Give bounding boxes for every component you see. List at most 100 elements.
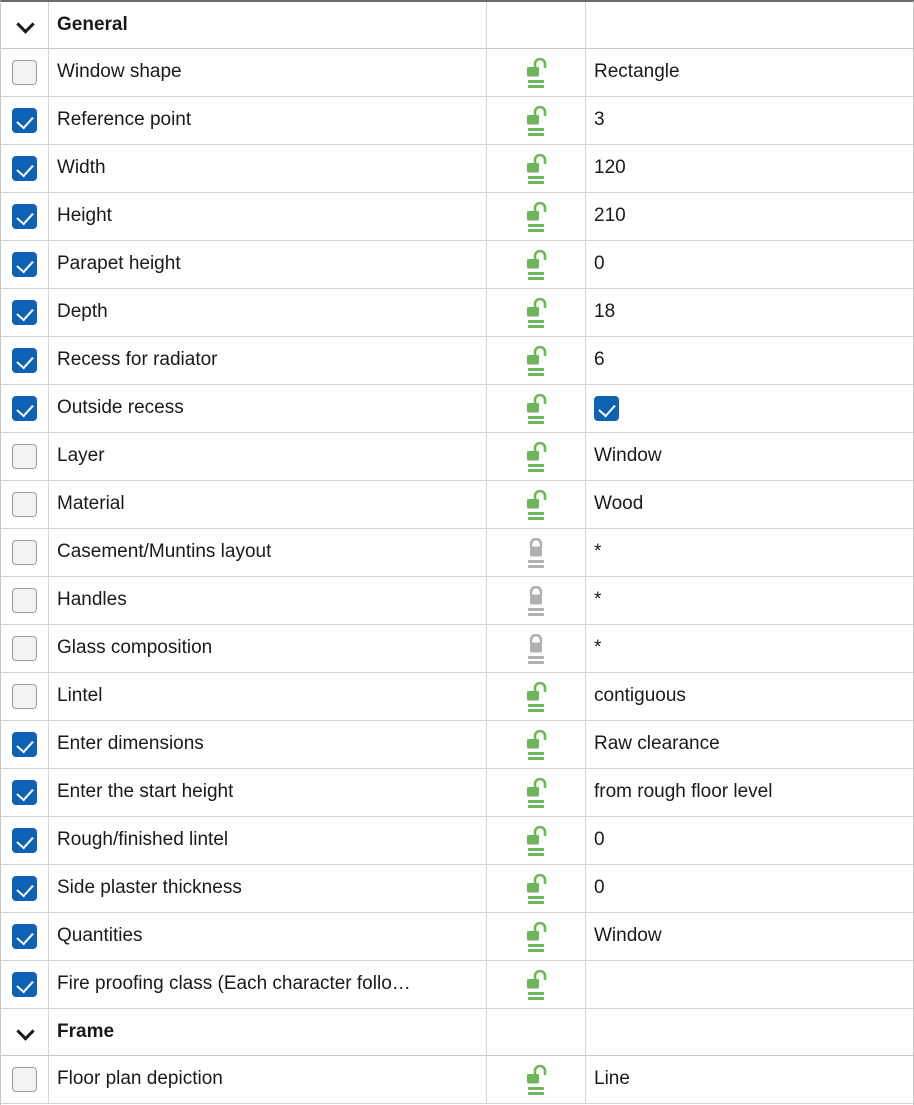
- property-value-cell[interactable]: [586, 1009, 913, 1055]
- padlock-open-icon[interactable]: [523, 1063, 549, 1097]
- padlock-open-icon[interactable]: [523, 488, 549, 522]
- property-value-cell[interactable]: *: [586, 625, 913, 672]
- checkbox-unchecked-icon[interactable]: [12, 60, 37, 85]
- chevron-down-icon[interactable]: [17, 1024, 33, 1040]
- property-row[interactable]: Handles *: [1, 577, 913, 625]
- padlock-open-icon[interactable]: [523, 824, 549, 858]
- group-header-row[interactable]: General: [1, 2, 913, 49]
- property-value-cell[interactable]: Raw clearance: [586, 721, 913, 768]
- property-value: 0: [594, 878, 605, 899]
- property-value-cell[interactable]: 6: [586, 337, 913, 384]
- property-row[interactable]: Material Wood: [1, 481, 913, 529]
- property-value-cell[interactable]: Wood: [586, 481, 913, 528]
- property-label-cell: Lintel: [49, 673, 487, 720]
- property-row[interactable]: Quantities Window: [1, 913, 913, 961]
- padlock-open-icon[interactable]: [523, 920, 549, 954]
- checkbox-unchecked-icon[interactable]: [12, 444, 37, 469]
- checkbox-checked-icon[interactable]: [12, 732, 37, 757]
- padlock-open-icon[interactable]: [523, 296, 549, 330]
- property-value-cell[interactable]: 210: [586, 193, 913, 240]
- checkbox-unchecked-icon[interactable]: [12, 636, 37, 661]
- padlock-open-icon[interactable]: [523, 968, 549, 1002]
- checkbox-checked-icon[interactable]: [12, 300, 37, 325]
- checkbox-checked-icon[interactable]: [12, 252, 37, 277]
- property-value-cell[interactable]: Window: [586, 913, 913, 960]
- padlock-open-icon[interactable]: [523, 440, 549, 474]
- property-value: Wood: [594, 494, 644, 515]
- checkbox-unchecked-icon[interactable]: [12, 540, 37, 565]
- checkbox-unchecked-icon[interactable]: [12, 588, 37, 613]
- checkbox-unchecked-icon[interactable]: [12, 684, 37, 709]
- checkbox-unchecked-icon[interactable]: [12, 1067, 37, 1092]
- property-row[interactable]: Depth 18: [1, 289, 913, 337]
- property-label-cell: Height: [49, 193, 487, 240]
- property-row[interactable]: Lintel contiguous: [1, 673, 913, 721]
- padlock-open-icon[interactable]: [523, 392, 549, 426]
- padlock-open-icon[interactable]: [523, 104, 549, 138]
- property-value-cell[interactable]: [586, 385, 913, 432]
- property-value-cell[interactable]: *: [586, 577, 913, 624]
- checkbox-checked-icon[interactable]: [12, 780, 37, 805]
- padlock-closed-icon[interactable]: [523, 584, 549, 618]
- property-row[interactable]: Fire proofing class (Each character foll…: [1, 961, 913, 1009]
- property-row[interactable]: Recess for radiator 6: [1, 337, 913, 385]
- lock-cell: [487, 961, 586, 1008]
- property-value-cell[interactable]: [586, 2, 913, 48]
- checkbox-checked-icon[interactable]: [12, 204, 37, 229]
- group-header-row[interactable]: Frame: [1, 1009, 913, 1056]
- property-label-cell: Floor plan depiction: [49, 1056, 487, 1103]
- property-value-cell[interactable]: 0: [586, 865, 913, 912]
- property-row[interactable]: Outside recess: [1, 385, 913, 433]
- property-label-cell: Outside recess: [49, 385, 487, 432]
- property-row[interactable]: Floor plan depiction Line: [1, 1056, 913, 1104]
- row-select-cell: [1, 385, 49, 432]
- checkbox-checked-icon[interactable]: [12, 396, 37, 421]
- property-value-cell[interactable]: Rectangle: [586, 49, 913, 96]
- padlock-closed-icon[interactable]: [523, 632, 549, 666]
- padlock-open-icon[interactable]: [523, 872, 549, 906]
- property-row[interactable]: Reference point 3: [1, 97, 913, 145]
- property-value-cell[interactable]: 18: [586, 289, 913, 336]
- checkbox-checked-icon[interactable]: [12, 924, 37, 949]
- checkbox-checked-icon[interactable]: [12, 972, 37, 997]
- padlock-open-icon[interactable]: [523, 680, 549, 714]
- checkbox-checked-icon[interactable]: [12, 156, 37, 181]
- property-row[interactable]: Rough/finished lintel 0: [1, 817, 913, 865]
- padlock-open-icon[interactable]: [523, 56, 549, 90]
- property-value-cell[interactable]: 3: [586, 97, 913, 144]
- property-value-cell[interactable]: 0: [586, 241, 913, 288]
- checkbox-checked-icon[interactable]: [12, 876, 37, 901]
- checkbox-checked-icon[interactable]: [12, 828, 37, 853]
- property-value-cell[interactable]: *: [586, 529, 913, 576]
- property-row[interactable]: Casement/Muntins layout *: [1, 529, 913, 577]
- padlock-open-icon[interactable]: [523, 776, 549, 810]
- property-value-cell[interactable]: Line: [586, 1056, 913, 1103]
- padlock-open-icon[interactable]: [523, 200, 549, 234]
- property-value-cell[interactable]: contiguous: [586, 673, 913, 720]
- value-checkbox-checked-icon[interactable]: [594, 396, 619, 421]
- property-row[interactable]: Glass composition *: [1, 625, 913, 673]
- property-row[interactable]: Window shape Rectangle: [1, 49, 913, 97]
- property-value-cell[interactable]: 120: [586, 145, 913, 192]
- property-value-cell[interactable]: Window: [586, 433, 913, 480]
- checkbox-checked-icon[interactable]: [12, 108, 37, 133]
- property-value-cell[interactable]: from rough floor level: [586, 769, 913, 816]
- padlock-open-icon[interactable]: [523, 344, 549, 378]
- property-row[interactable]: Enter dimensions Raw clearance: [1, 721, 913, 769]
- property-row[interactable]: Layer Window: [1, 433, 913, 481]
- property-row[interactable]: Enter the start height from rough floor l…: [1, 769, 913, 817]
- property-row[interactable]: Parapet height 0: [1, 241, 913, 289]
- lock-cell: [487, 145, 586, 192]
- checkbox-checked-icon[interactable]: [12, 348, 37, 373]
- property-value-cell[interactable]: [586, 961, 913, 1008]
- padlock-open-icon[interactable]: [523, 152, 549, 186]
- property-row[interactable]: Side plaster thickness 0: [1, 865, 913, 913]
- chevron-down-icon[interactable]: [17, 17, 33, 33]
- checkbox-unchecked-icon[interactable]: [12, 492, 37, 517]
- property-value-cell[interactable]: 0: [586, 817, 913, 864]
- padlock-open-icon[interactable]: [523, 248, 549, 282]
- padlock-closed-icon[interactable]: [523, 536, 549, 570]
- property-row[interactable]: Width 120: [1, 145, 913, 193]
- property-row[interactable]: Height 210: [1, 193, 913, 241]
- padlock-open-icon[interactable]: [523, 728, 549, 762]
